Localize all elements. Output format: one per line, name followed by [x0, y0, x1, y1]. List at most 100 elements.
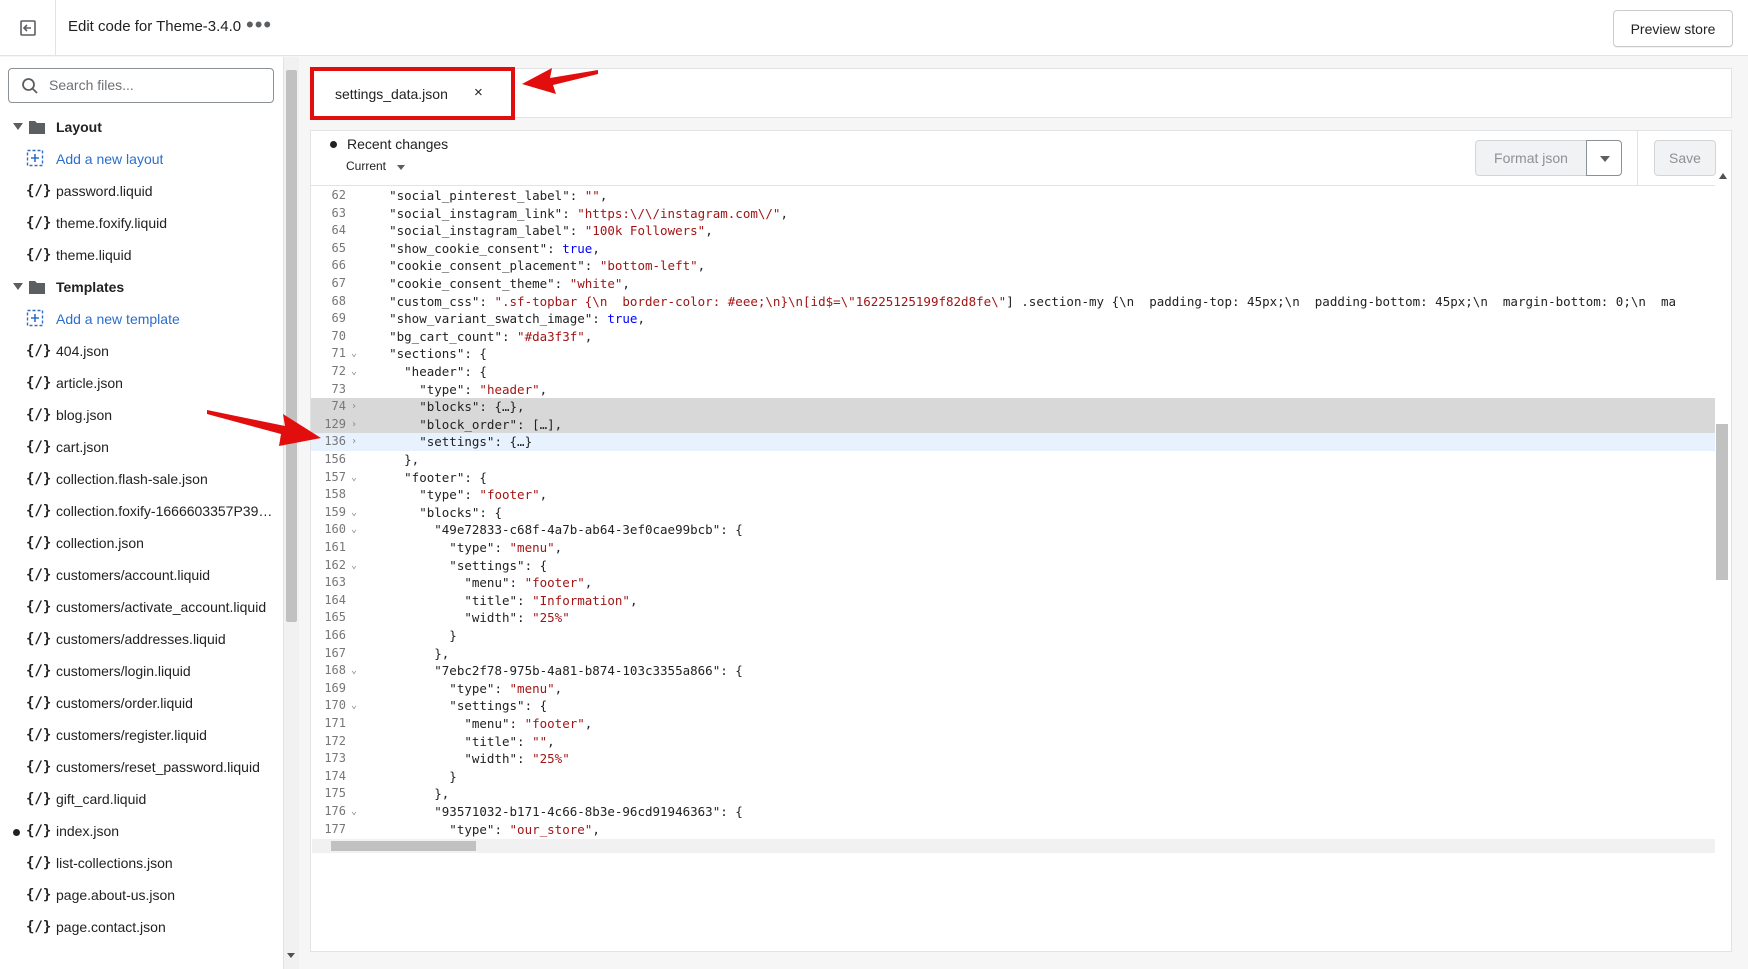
- code-line[interactable]: 71 ⌄ "sections": {: [311, 345, 1715, 363]
- code-line[interactable]: 163 "menu": "footer",: [311, 574, 1715, 592]
- fold-toggle-icon[interactable]: ›: [351, 433, 357, 451]
- search-input[interactable]: [47, 76, 266, 94]
- file-item[interactable]: {/} list-collections.json: [0, 847, 283, 879]
- code-line[interactable]: 174 }: [311, 768, 1715, 786]
- file-item[interactable]: {/} theme.liquid: [0, 239, 283, 271]
- code-line[interactable]: 175 },: [311, 785, 1715, 803]
- code-area[interactable]: 62 "social_pinterest_label": "", 63 "soci…: [311, 185, 1715, 839]
- format-options-button[interactable]: [1586, 140, 1622, 176]
- code-text: "social_instagram_link": "https:\/\/inst…: [359, 205, 788, 221]
- file-item[interactable]: {/} gift_card.liquid: [0, 783, 283, 815]
- code-line[interactable]: 73 "type": "header",: [311, 381, 1715, 399]
- status-dot: [330, 141, 337, 148]
- code-line[interactable]: 165 "width": "25%": [311, 609, 1715, 627]
- editor-horizontal-scrollbar-thumb[interactable]: [331, 841, 476, 851]
- add-layout-link[interactable]: Add a new layout: [0, 143, 283, 175]
- fold-toggle-icon[interactable]: ⌄: [351, 557, 357, 575]
- scroll-up-arrow-icon[interactable]: [1719, 173, 1727, 179]
- file-item[interactable]: {/} customers/reset_password.liquid: [0, 751, 283, 783]
- code-line[interactable]: 62 "social_pinterest_label": "",: [311, 187, 1715, 205]
- file-item[interactable]: {/} page.contact.json: [0, 911, 283, 943]
- code-file-icon: {/}: [26, 727, 52, 743]
- sidebar-scrollbar-thumb[interactable]: [286, 70, 297, 622]
- folder-templates[interactable]: Templates: [0, 271, 283, 303]
- folder-layout[interactable]: Layout: [0, 111, 283, 143]
- file-item[interactable]: {/} customers/register.liquid: [0, 719, 283, 751]
- code-line[interactable]: 68 "custom_css": ".sf-topbar {\n border-…: [311, 293, 1715, 311]
- code-line[interactable]: 164 "title": "Information",: [311, 592, 1715, 610]
- fold-toggle-icon[interactable]: ⌄: [351, 697, 357, 715]
- code-line[interactable]: 72 ⌄ "header": {: [311, 363, 1715, 381]
- code-line[interactable]: 177 "type": "our_store",: [311, 821, 1715, 839]
- code-line[interactable]: 67 "cookie_consent_theme": "white",: [311, 275, 1715, 293]
- file-item[interactable]: {/} 404.json: [0, 335, 283, 367]
- add-template-link[interactable]: Add a new template: [0, 303, 283, 335]
- file-item[interactable]: {/} customers/order.liquid: [0, 687, 283, 719]
- fold-toggle-icon[interactable]: ⌄: [351, 504, 357, 522]
- line-number: 167: [324, 645, 346, 660]
- code-line[interactable]: 69 "show_variant_swatch_image": true,: [311, 310, 1715, 328]
- code-text: "custom_css": ".sf-topbar {\n border-col…: [359, 293, 1677, 309]
- file-item[interactable]: {/} article.json: [0, 367, 283, 399]
- code-line[interactable]: 136 › "settings": {…}: [311, 433, 1715, 451]
- fold-toggle-icon[interactable]: ⌄: [351, 363, 357, 381]
- code-text: },: [359, 452, 420, 467]
- file-item[interactable]: {/} collection.flash-sale.json: [0, 463, 283, 495]
- file-item[interactable]: {/} customers/activate_account.liquid: [0, 591, 283, 623]
- code-line[interactable]: 129 › "block_order": […],: [311, 415, 1715, 434]
- version-select[interactable]: Current: [346, 159, 386, 173]
- code-line[interactable]: 159 ⌄ "blocks": {: [311, 504, 1715, 522]
- code-line[interactable]: 65 "show_cookie_consent": true,: [311, 240, 1715, 258]
- code-line[interactable]: 74 › "blocks": {…},: [311, 398, 1715, 416]
- file-item[interactable]: {/} customers/login.liquid: [0, 655, 283, 687]
- code-line[interactable]: 158 "type": "footer",: [311, 486, 1715, 504]
- file-item[interactable]: {/} collection.json: [0, 527, 283, 559]
- fold-toggle-icon[interactable]: ›: [351, 398, 357, 416]
- code-text: "blocks": {…},: [359, 399, 525, 415]
- code-line[interactable]: 63 "social_instagram_link": "https:\/\/i…: [311, 205, 1715, 223]
- file-item[interactable]: {/} index.json: [0, 815, 283, 847]
- code-line[interactable]: 166 }: [311, 627, 1715, 645]
- file-item[interactable]: {/} theme.foxify.liquid: [0, 207, 283, 239]
- more-actions-button[interactable]: •••: [246, 12, 272, 38]
- code-line[interactable]: 160 ⌄ "49e72833-c68f-4a7b-ab64-3ef0cae99b…: [311, 521, 1715, 539]
- fold-toggle-icon[interactable]: ⌄: [351, 662, 357, 680]
- code-line[interactable]: 172 "title": "",: [311, 733, 1715, 751]
- file-item[interactable]: {/} customers/addresses.liquid: [0, 623, 283, 655]
- code-text: "bg_cart_count": "#da3f3f",: [359, 328, 593, 344]
- code-line[interactable]: 171 "menu": "footer",: [311, 715, 1715, 733]
- code-line[interactable]: 167 },: [311, 645, 1715, 663]
- exit-button[interactable]: [0, 0, 56, 56]
- file-item[interactable]: {/} collection.foxify-1666603357P39S...: [0, 495, 283, 527]
- search-field[interactable]: [8, 68, 274, 103]
- editor-vertical-scrollbar-thumb[interactable]: [1716, 424, 1728, 580]
- file-item[interactable]: {/} page.about-us.json: [0, 879, 283, 911]
- file-item[interactable]: {/} customers/account.liquid: [0, 559, 283, 591]
- editor-horizontal-scrollbar[interactable]: [312, 839, 1715, 853]
- chevron-down-icon[interactable]: [397, 165, 405, 170]
- format-json-button[interactable]: Format json: [1475, 140, 1587, 176]
- fold-toggle-icon[interactable]: ⌄: [351, 345, 357, 363]
- code-line[interactable]: 169 "type": "menu",: [311, 680, 1715, 698]
- code-line[interactable]: 66 "cookie_consent_placement": "bottom-l…: [311, 257, 1715, 275]
- code-line[interactable]: 64 "social_instagram_label": "100k Follo…: [311, 222, 1715, 240]
- code-line[interactable]: 176 ⌄ "93571032-b171-4c66-8b3e-96cd919463…: [311, 803, 1715, 821]
- code-line[interactable]: 157 ⌄ "footer": {: [311, 469, 1715, 487]
- code-file-icon: {/}: [26, 471, 52, 487]
- code-line[interactable]: 170 ⌄ "settings": {: [311, 697, 1715, 715]
- fold-toggle-icon[interactable]: ›: [351, 416, 357, 434]
- code-line[interactable]: 168 ⌄ "7ebc2f78-975b-4a81-b874-103c3355a8…: [311, 662, 1715, 680]
- save-button[interactable]: Save: [1654, 140, 1716, 176]
- code-line[interactable]: 70 "bg_cart_count": "#da3f3f",: [311, 328, 1715, 346]
- code-line[interactable]: 162 ⌄ "settings": {: [311, 557, 1715, 575]
- code-line[interactable]: 156 },: [311, 451, 1715, 469]
- fold-toggle-icon[interactable]: ⌄: [351, 469, 357, 487]
- modified-dot: [13, 829, 20, 836]
- fold-toggle-icon[interactable]: ⌄: [351, 803, 357, 821]
- preview-store-button[interactable]: Preview store: [1613, 10, 1733, 47]
- code-line[interactable]: 161 "type": "menu",: [311, 539, 1715, 557]
- fold-toggle-icon[interactable]: ⌄: [351, 521, 357, 539]
- scroll-down-arrow-icon[interactable]: [287, 953, 295, 958]
- file-item[interactable]: {/} password.liquid: [0, 175, 283, 207]
- code-line[interactable]: 173 "width": "25%": [311, 750, 1715, 768]
